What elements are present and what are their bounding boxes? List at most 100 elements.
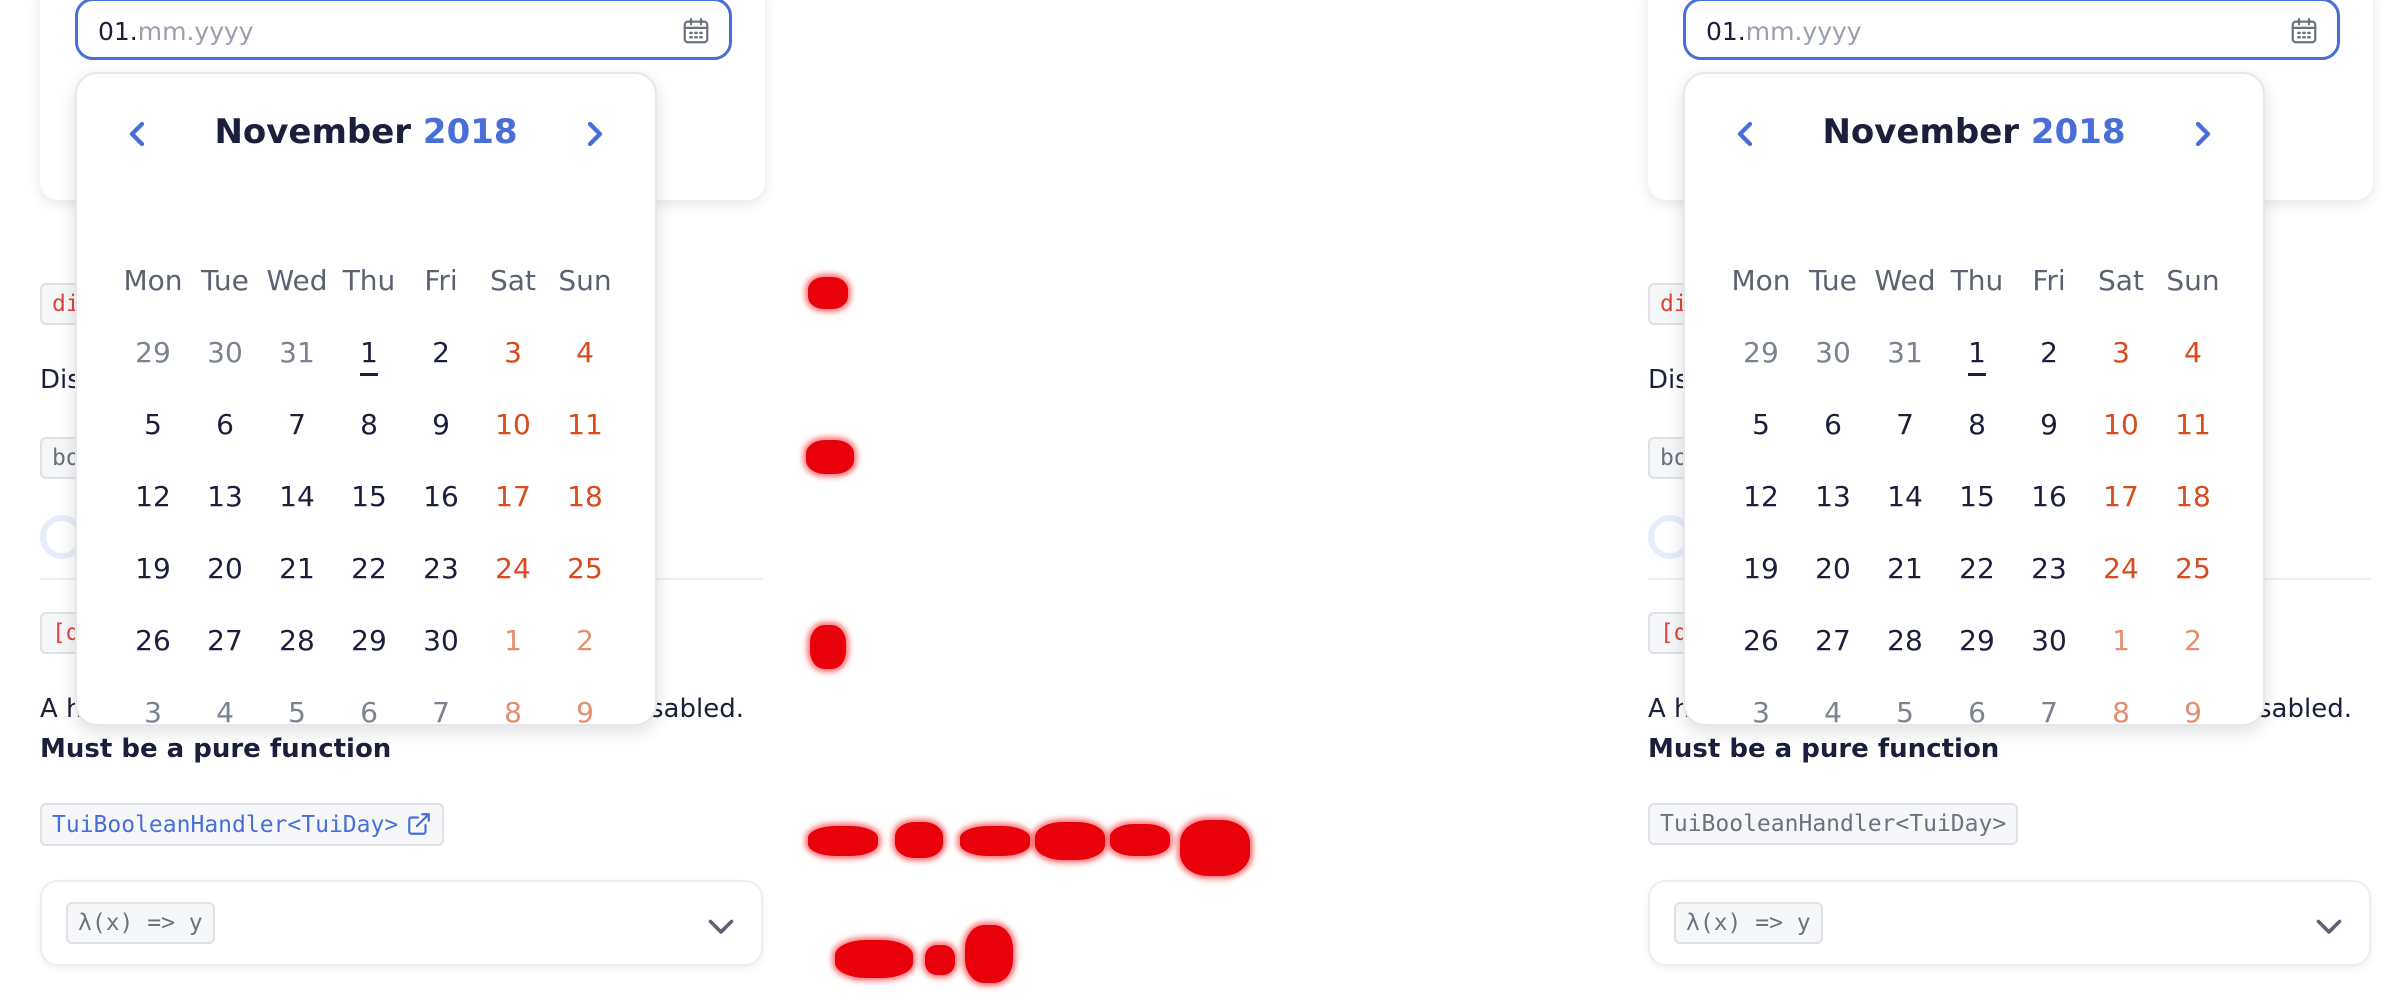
calendar-day[interactable]: 9 — [405, 408, 477, 445]
calendar-day[interactable]: 29 — [333, 624, 405, 661]
calendar-day[interactable]: 10 — [477, 408, 549, 445]
calendar-icon[interactable] — [2289, 16, 2319, 46]
calendar-day[interactable]: 26 — [117, 624, 189, 661]
calendar-day[interactable]: 9 — [549, 696, 621, 733]
calendar-day[interactable]: 29 — [117, 336, 189, 373]
calendar-day[interactable]: 6 — [1797, 408, 1869, 445]
calendar-day[interactable]: 23 — [405, 552, 477, 589]
calendar-day-today[interactable]: 1 — [333, 336, 405, 376]
calendar-day[interactable]: 2 — [2013, 336, 2085, 373]
calendar-day[interactable]: 30 — [405, 624, 477, 661]
calendar-year[interactable]: 2018 — [2031, 112, 2126, 152]
calendar-day-today[interactable]: 1 — [1941, 336, 2013, 376]
calendar-day[interactable]: 16 — [405, 480, 477, 517]
calendar-day[interactable]: 19 — [1725, 552, 1797, 589]
calendar-day[interactable]: 25 — [549, 552, 621, 589]
calendar-day[interactable]: 2 — [405, 336, 477, 373]
calendar-day[interactable]: 28 — [1869, 624, 1941, 661]
calendar-day[interactable]: 17 — [477, 480, 549, 517]
calendar-day[interactable]: 21 — [261, 552, 333, 589]
date-input[interactable]: 01.mm.yyyy — [1683, 0, 2340, 60]
calendar-day[interactable]: 14 — [1869, 480, 1941, 517]
calendar-day[interactable]: 9 — [2013, 408, 2085, 445]
calendar-day[interactable]: 7 — [1869, 408, 1941, 445]
chevron-right-icon[interactable] — [575, 114, 615, 154]
calendar-day[interactable]: 18 — [2157, 480, 2229, 517]
calendar-day[interactable]: 15 — [333, 480, 405, 517]
calendar-day[interactable]: 3 — [477, 336, 549, 373]
calendar-day[interactable]: 21 — [1869, 552, 1941, 589]
calendar-title[interactable]: November 2018 — [1685, 112, 2263, 152]
redaction-mark — [806, 440, 854, 474]
calendar-day[interactable]: 15 — [1941, 480, 2013, 517]
function-expander[interactable]: λ(x) => y — [40, 880, 763, 966]
calendar-day[interactable]: 9 — [2157, 696, 2229, 733]
calendar-year[interactable]: 2018 — [423, 112, 518, 152]
calendar-day[interactable]: 23 — [2013, 552, 2085, 589]
date-input[interactable]: 01.mm.yyyy — [75, 0, 732, 60]
calendar-day[interactable]: 13 — [1797, 480, 1869, 517]
calendar-day[interactable]: 20 — [1797, 552, 1869, 589]
calendar-day[interactable]: 19 — [117, 552, 189, 589]
calendar-day[interactable]: 6 — [333, 696, 405, 733]
chevron-right-icon[interactable] — [2183, 114, 2223, 154]
calendar-day[interactable]: 20 — [189, 552, 261, 589]
calendar-day[interactable]: 4 — [549, 336, 621, 373]
calendar-day[interactable]: 31 — [261, 336, 333, 373]
calendar-day[interactable]: 24 — [2085, 552, 2157, 589]
calendar-day-number: 15 — [351, 480, 387, 513]
calendar-day[interactable]: 22 — [333, 552, 405, 589]
calendar-day[interactable]: 22 — [1941, 552, 2013, 589]
calendar-day[interactable]: 3 — [1725, 696, 1797, 733]
calendar-day[interactable]: 6 — [1941, 696, 2013, 733]
calendar-day[interactable]: 31 — [1869, 336, 1941, 373]
calendar-day[interactable]: 5 — [1725, 408, 1797, 445]
calendar-day[interactable]: 8 — [333, 408, 405, 445]
calendar-day[interactable]: 6 — [189, 408, 261, 445]
calendar-day[interactable]: 14 — [261, 480, 333, 517]
calendar-day[interactable]: 4 — [2157, 336, 2229, 373]
calendar-day[interactable]: 1 — [2085, 624, 2157, 661]
calendar-day[interactable]: 13 — [189, 480, 261, 517]
type-link-chip[interactable]: TuiBooleanHandler<TuiDay> — [40, 803, 445, 846]
calendar-day[interactable]: 7 — [2013, 696, 2085, 733]
calendar-day[interactable]: 28 — [261, 624, 333, 661]
calendar-day[interactable]: 2 — [549, 624, 621, 661]
calendar-day[interactable]: 26 — [1725, 624, 1797, 661]
calendar-day[interactable]: 3 — [2085, 336, 2157, 373]
calendar-day[interactable]: 4 — [1797, 696, 1869, 733]
calendar-day[interactable]: 10 — [2085, 408, 2157, 445]
calendar-day[interactable]: 4 — [189, 696, 261, 733]
calendar-day[interactable]: 12 — [117, 480, 189, 517]
calendar-day[interactable]: 2 — [2157, 624, 2229, 661]
calendar-day[interactable]: 5 — [117, 408, 189, 445]
calendar-day[interactable]: 11 — [2157, 408, 2229, 445]
calendar-day[interactable]: 7 — [405, 696, 477, 733]
calendar-title[interactable]: November 2018 — [77, 112, 655, 152]
calendar-icon[interactable] — [681, 16, 711, 46]
calendar-day[interactable]: 29 — [1725, 336, 1797, 373]
calendar-day[interactable]: 8 — [477, 696, 549, 733]
calendar-day[interactable]: 16 — [2013, 480, 2085, 517]
calendar-day[interactable]: 27 — [189, 624, 261, 661]
calendar-day[interactable]: 30 — [2013, 624, 2085, 661]
calendar-day[interactable]: 24 — [477, 552, 549, 589]
calendar-day[interactable]: 5 — [261, 696, 333, 733]
calendar-day[interactable]: 30 — [189, 336, 261, 373]
calendar-day[interactable]: 11 — [549, 408, 621, 445]
calendar-day[interactable]: 25 — [2157, 552, 2229, 589]
calendar-day[interactable]: 18 — [549, 480, 621, 517]
calendar-day[interactable]: 7 — [261, 408, 333, 445]
calendar-day-number: 6 — [360, 696, 378, 729]
calendar-day[interactable]: 27 — [1797, 624, 1869, 661]
calendar-day[interactable]: 17 — [2085, 480, 2157, 517]
calendar-day[interactable]: 5 — [1869, 696, 1941, 733]
calendar-day[interactable]: 1 — [477, 624, 549, 661]
calendar-day[interactable]: 12 — [1725, 480, 1797, 517]
function-expander[interactable]: λ(x) => y — [1648, 880, 2371, 966]
calendar-day[interactable]: 8 — [1941, 408, 2013, 445]
calendar-day[interactable]: 3 — [117, 696, 189, 733]
calendar-day[interactable]: 8 — [2085, 696, 2157, 733]
calendar-day[interactable]: 30 — [1797, 336, 1869, 373]
calendar-day[interactable]: 29 — [1941, 624, 2013, 661]
